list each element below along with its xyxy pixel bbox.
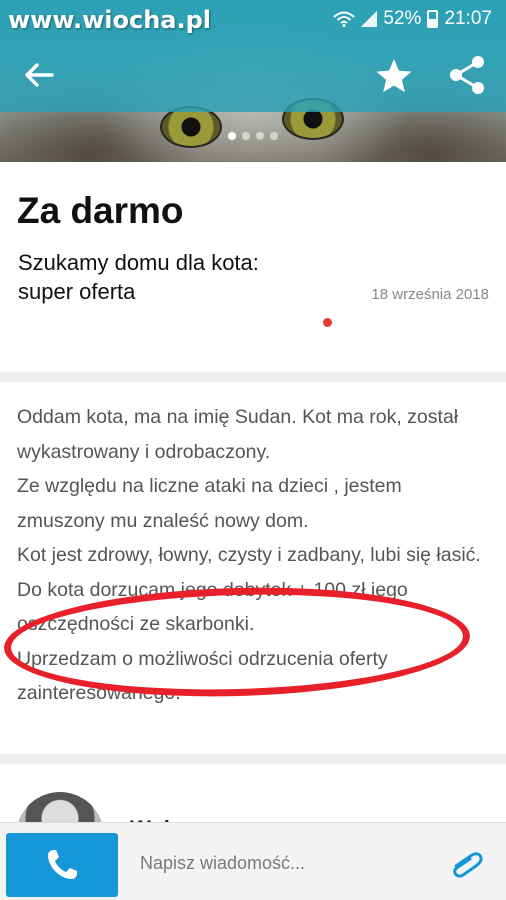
watermark: www.wiocha.pl xyxy=(8,6,212,34)
gallery-dot xyxy=(256,132,264,140)
paperclip-icon[interactable] xyxy=(450,849,486,879)
battery-percent: 52% xyxy=(383,8,422,29)
status-bar: www.wiocha.pl 52% 21:07 xyxy=(0,0,506,36)
battery-icon xyxy=(427,10,439,28)
listing-title: Szukamy domu dla kota: super oferta xyxy=(18,250,259,304)
unread-indicator xyxy=(323,318,332,327)
description-paragraph: Kot jest zdrowy, łowny, czysty i zadbany… xyxy=(17,544,481,566)
arrow-back-icon[interactable] xyxy=(22,58,56,92)
listing-screen: www.wiocha.pl 52% 21:07 Za darmo Szukamy… xyxy=(0,0,506,900)
clock: 21:07 xyxy=(444,8,492,29)
description-paragraph: Oddam kota, ma na imię Sudan. Kot ma rok… xyxy=(17,406,459,463)
cat-eye-left xyxy=(160,106,222,148)
listing-photo-gallery[interactable]: www.wiocha.pl 52% 21:07 xyxy=(0,0,506,162)
gallery-dot xyxy=(270,132,278,140)
gallery-dot xyxy=(228,132,236,140)
call-button[interactable] xyxy=(6,833,118,897)
gallery-page-indicator xyxy=(228,132,278,140)
signal-icon xyxy=(361,11,378,27)
share-icon[interactable] xyxy=(446,54,488,96)
listing-header-card: Za darmo Szukamy domu dla kota: super of… xyxy=(0,162,506,372)
listing-price: Za darmo xyxy=(17,190,184,231)
contact-bar xyxy=(0,822,506,900)
message-input[interactable] xyxy=(140,847,420,879)
gallery-dot xyxy=(242,132,250,140)
status-indicators: 52% 21:07 xyxy=(333,8,492,30)
description-card: Oddam kota, ma na imię Sudan. Kot ma rok… xyxy=(0,382,506,754)
star-icon[interactable] xyxy=(374,56,414,96)
listing-date: 18 września 2018 xyxy=(371,286,489,303)
description-paragraph: Ze względu na liczne ataki na dzieci , j… xyxy=(17,475,402,532)
phone-icon xyxy=(48,850,77,879)
wifi-icon xyxy=(333,11,356,27)
app-bar xyxy=(0,44,506,104)
